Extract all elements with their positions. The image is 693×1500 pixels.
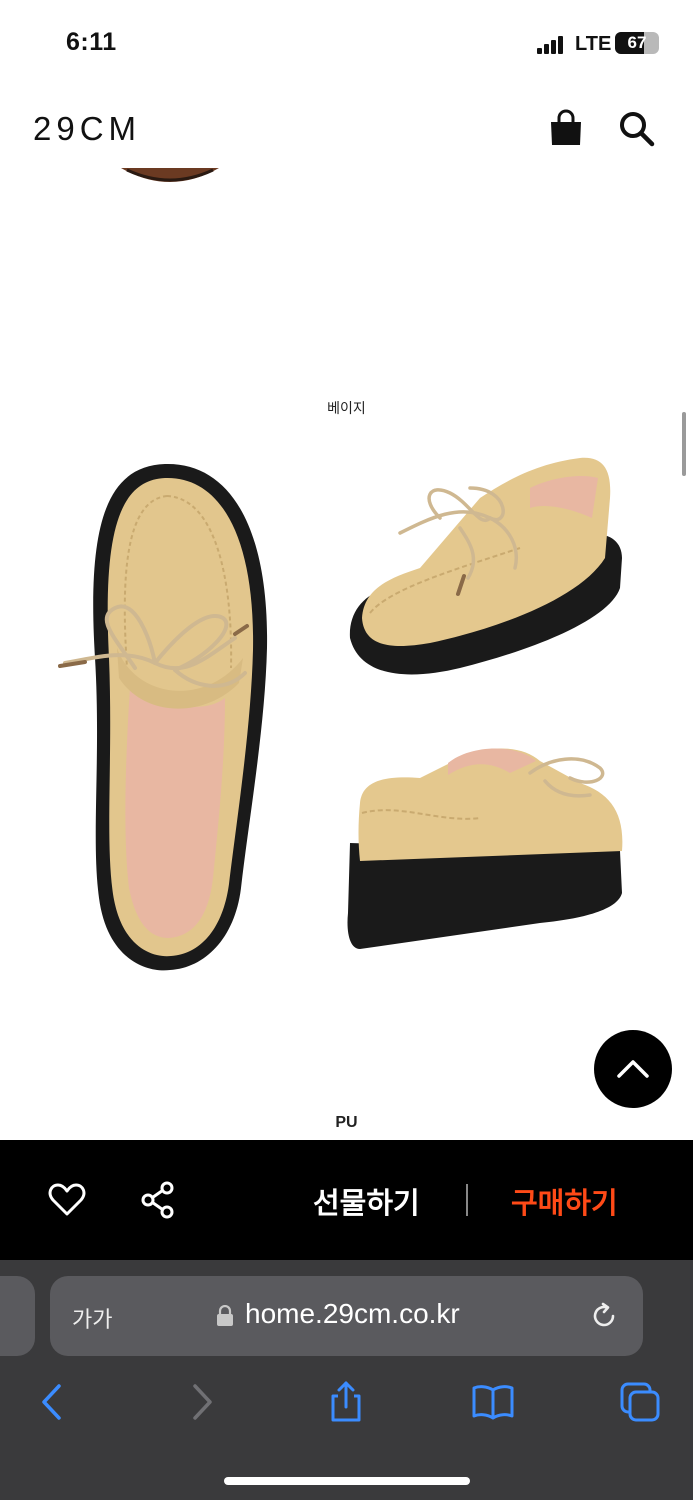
- search-icon[interactable]: [616, 108, 656, 148]
- network-type: LTE: [575, 33, 612, 55]
- tabs-icon[interactable]: [618, 1380, 662, 1424]
- previous-product-image: [121, 168, 219, 182]
- reload-icon[interactable]: [588, 1300, 620, 1332]
- url-text[interactable]: home.29cm.co.kr: [245, 1298, 460, 1330]
- divider: [466, 1184, 468, 1216]
- share-icon[interactable]: [138, 1180, 178, 1220]
- status-bar: 6:11 LTE 67: [0, 0, 693, 88]
- shopping-bag-icon[interactable]: [546, 108, 586, 148]
- battery-icon: 67: [615, 32, 659, 54]
- previous-tab[interactable]: [0, 1276, 35, 1356]
- buy-button[interactable]: 구매하기: [511, 1180, 618, 1222]
- status-time: 6:11: [66, 28, 117, 56]
- share-icon[interactable]: [324, 1380, 368, 1424]
- battery-percent: 67: [627, 33, 647, 52]
- scroll-to-top-button[interactable]: [594, 1030, 672, 1108]
- signal-icon: [537, 36, 563, 54]
- lock-icon: [216, 1304, 234, 1327]
- product-detail-content: 베이지 PU: [0, 168, 693, 1140]
- bookmarks-icon[interactable]: [471, 1380, 515, 1424]
- logo[interactable]: 29CM: [33, 110, 141, 148]
- scrollbar[interactable]: [682, 412, 686, 476]
- home-indicator[interactable]: [224, 1477, 470, 1485]
- gift-button[interactable]: 선물하기: [313, 1180, 420, 1222]
- shoe-top-view-image: [58, 463, 268, 971]
- address-bar[interactable]: 가가 home.29cm.co.kr: [50, 1276, 643, 1356]
- shoe-side-back-image: [347, 748, 623, 949]
- color-option-label: 베이지: [327, 401, 366, 417]
- material-label: PU: [335, 1114, 358, 1131]
- browser-toolbar: 가가 home.29cm.co.kr: [0, 1260, 693, 1500]
- heart-icon[interactable]: [47, 1180, 87, 1220]
- back-icon[interactable]: [30, 1380, 74, 1424]
- purchase-bar: 선물하기 구매하기: [0, 1140, 693, 1260]
- forward-icon[interactable]: [180, 1380, 224, 1424]
- chevron-up-icon: [617, 1060, 649, 1078]
- text-size-button[interactable]: 가가: [72, 1302, 112, 1334]
- shoe-side-front-image: [349, 457, 622, 675]
- app-header: 29CM: [0, 88, 693, 168]
